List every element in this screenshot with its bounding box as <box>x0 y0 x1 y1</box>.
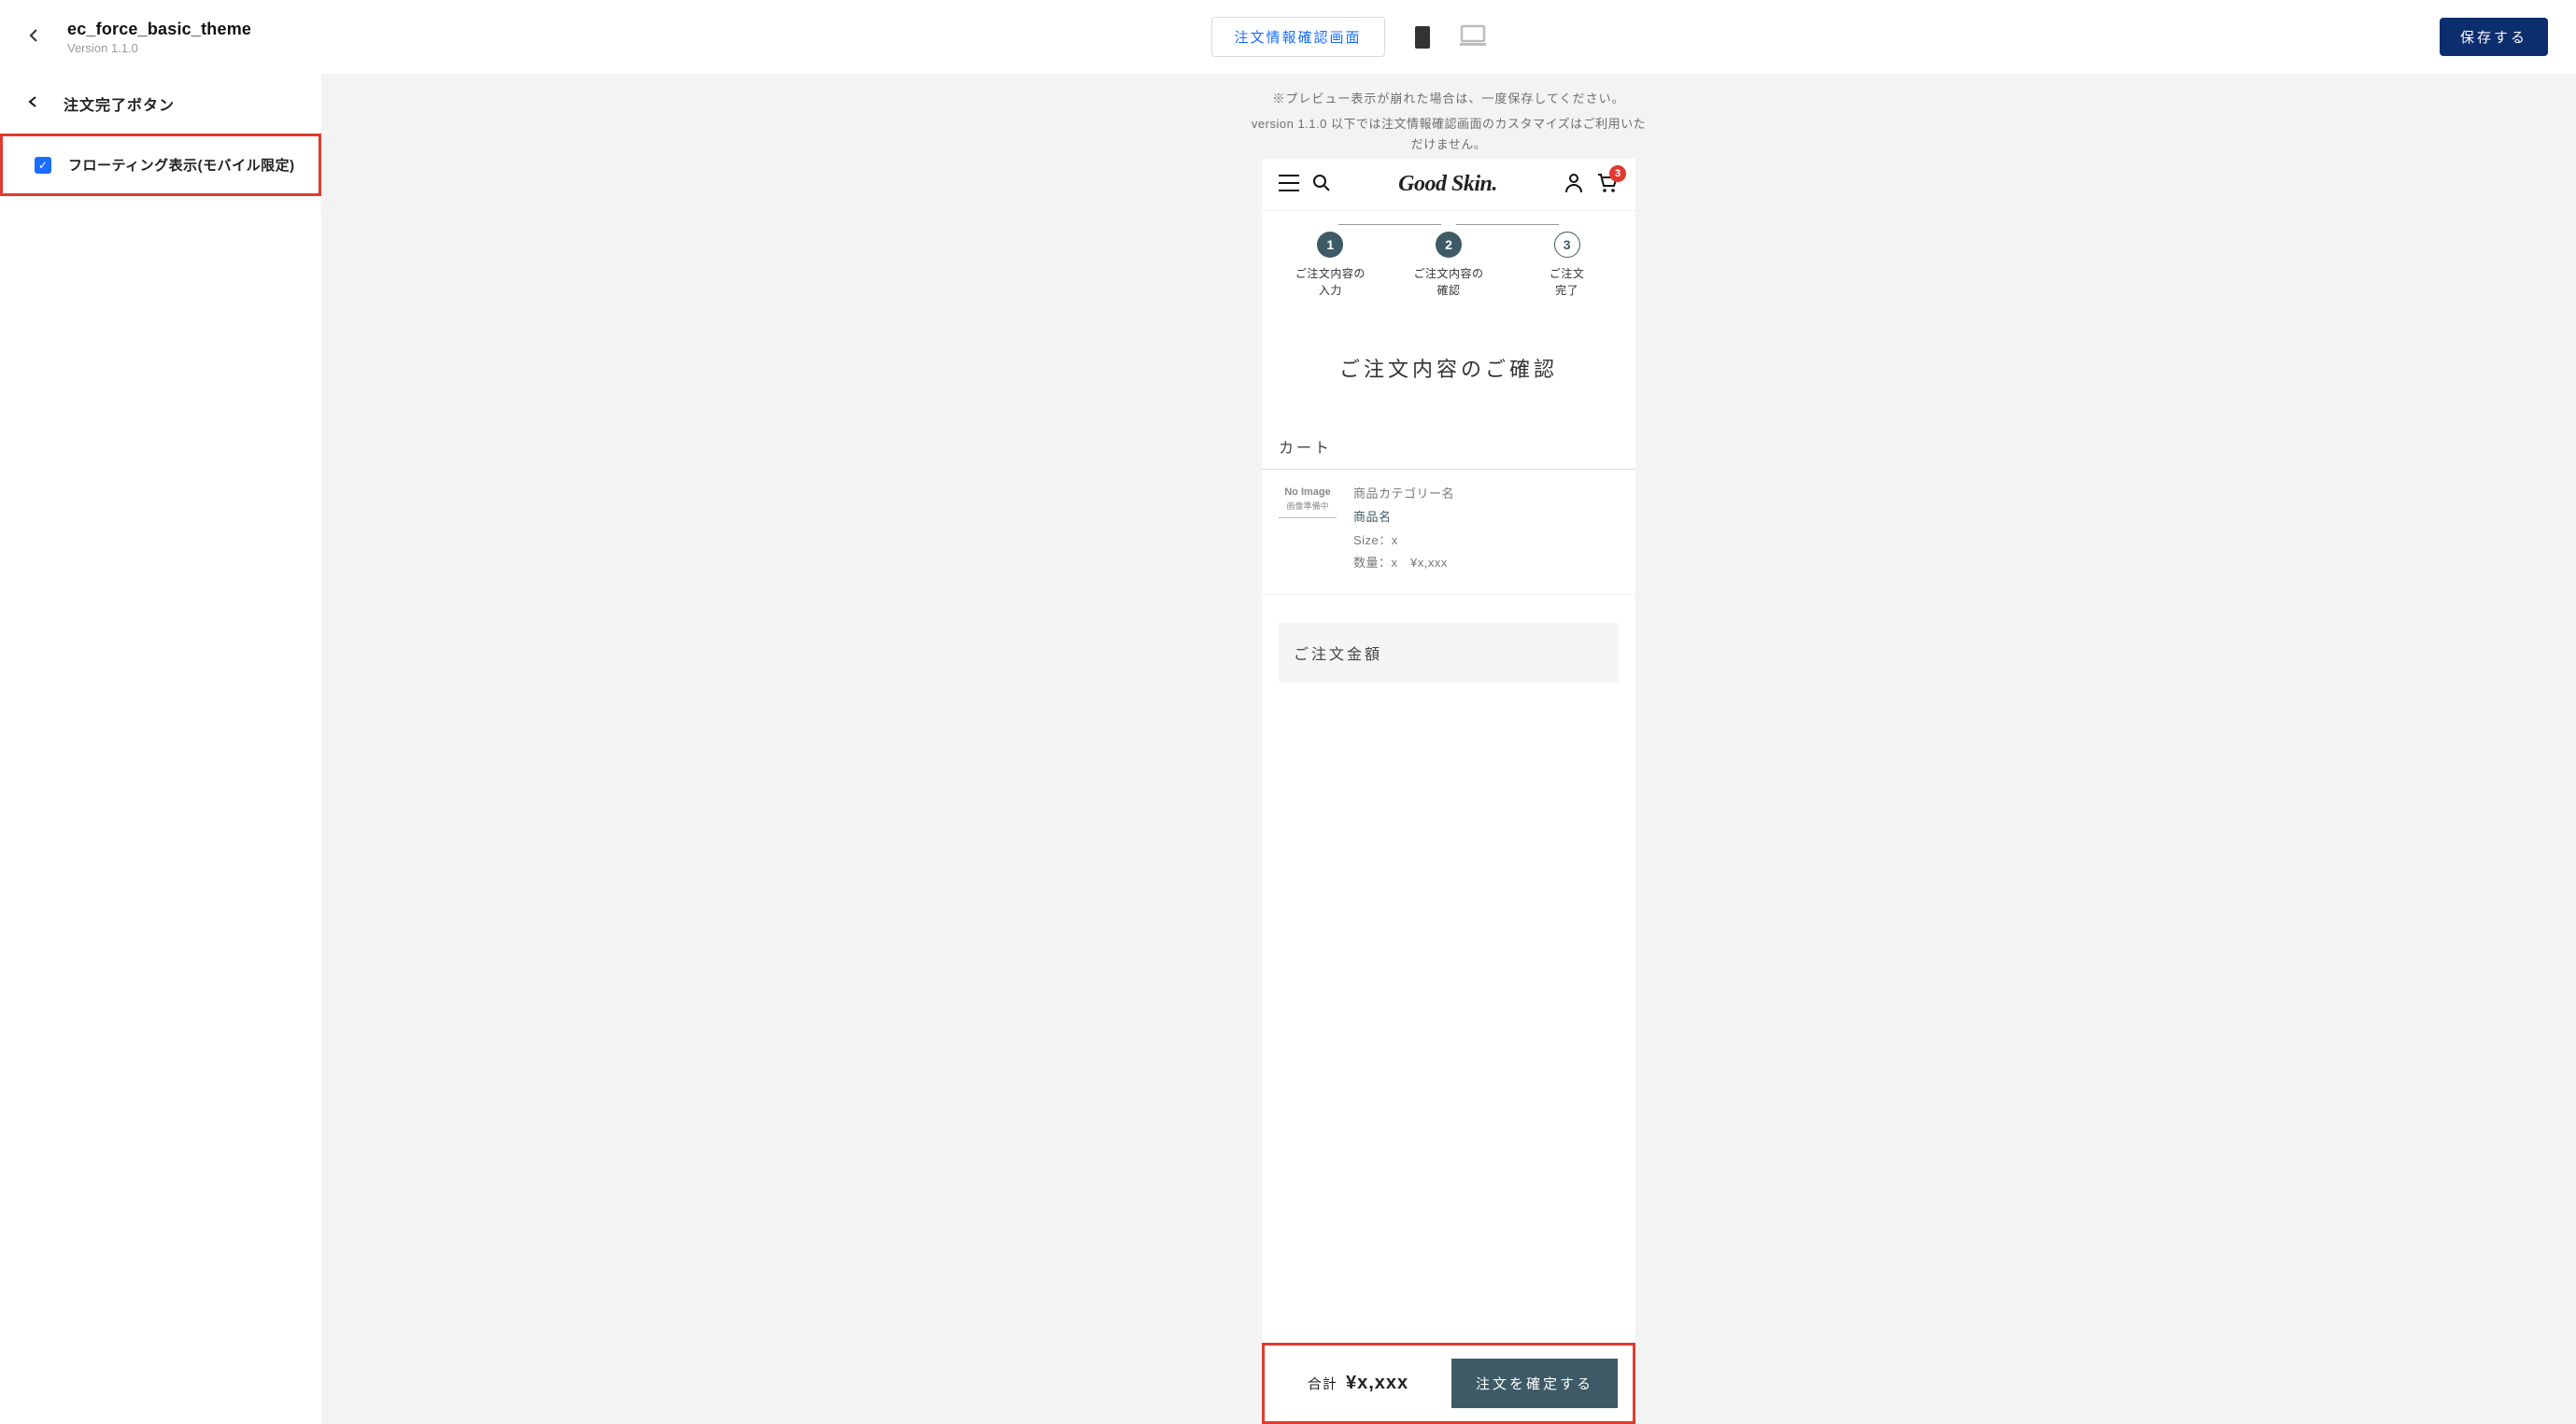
shop-header: Good Skin. 3 <box>1262 159 1635 211</box>
device-toggle <box>1413 24 1480 50</box>
hamburger-icon[interactable] <box>1279 175 1299 194</box>
cart-button[interactable]: 3 <box>1596 173 1619 196</box>
hint2-line1: version 1.1.0 以下では注文情報確認画面のカスタマイズはご利用いた <box>1252 117 1646 131</box>
cart-badge: 3 <box>1609 165 1626 182</box>
floating-checkout-bar: 合計 ¥x,xxx 注文を確定する <box>1265 1346 1633 1421</box>
title-block: ec_force_basic_theme Version 1.1.0 <box>67 20 251 55</box>
theme-name: ec_force_basic_theme <box>67 20 251 39</box>
item-category: 商品カテゴリー名 <box>1353 483 1619 506</box>
no-image-placeholder: No Image 画像準備中 <box>1279 483 1337 575</box>
step-label: ご注文内容の 入力 <box>1283 265 1377 299</box>
checkbox-checked-icon[interactable]: ✓ <box>35 157 51 174</box>
item-size: Size：x <box>1353 529 1619 553</box>
back-button[interactable] <box>19 21 49 52</box>
sidebar-section-header[interactable]: 注文完了ボタン <box>0 74 321 134</box>
page-title: ご注文内容のご確認 <box>1262 353 1635 383</box>
confirm-order-button[interactable]: 注文を確定する <box>1451 1359 1618 1408</box>
order-confirm-screen-button[interactable]: 注文情報確認画面 <box>1211 17 1385 57</box>
step-label: ご注文 完了 <box>1521 265 1614 299</box>
total-value: ¥x,xxx <box>1346 1373 1408 1393</box>
chevron-left-icon <box>28 29 39 42</box>
mobile-preview-frame: Good Skin. 3 1 ご注文内容の 入力 <box>1262 159 1635 1424</box>
highlighted-floating-bar: 合計 ¥x,xxx 注文を確定する <box>1262 1343 1635 1424</box>
step-number: 3 <box>1554 232 1580 258</box>
total-prefix: 合計 <box>1308 1376 1338 1392</box>
cart-item: No Image 画像準備中 商品カテゴリー名 商品名 Size：x 数量：x … <box>1262 470 1635 595</box>
no-image-text: No Image <box>1279 483 1337 498</box>
step-connector <box>1456 224 1559 225</box>
preview-hint-1: ※プレビュー表示が崩れた場合は、一度保存してください。 <box>1272 89 1624 106</box>
save-button[interactable]: 保存する <box>2440 18 2548 56</box>
step-3: 3 ご注文 完了 <box>1521 232 1614 299</box>
step-number: 2 <box>1436 232 1462 258</box>
topbar-center: 注文情報確認画面 <box>270 17 2421 57</box>
theme-version: Version 1.1.0 <box>67 41 251 55</box>
checkout-steps: 1 ご注文内容の 入力 2 ご注文内容の 確認 3 ご注文 <box>1262 211 1635 308</box>
item-qty-price: 数量：x ¥x,xxx <box>1353 552 1619 575</box>
step-label: ご注文内容の 確認 <box>1402 265 1495 299</box>
item-name[interactable]: 商品名 <box>1353 506 1619 529</box>
main: 注文完了ボタン ✓ フローティング表示(モバイル限定) ※プレビュー表示が崩れた… <box>0 74 2576 1424</box>
shop-logo[interactable]: Good Skin. <box>1344 172 1551 197</box>
step-number: 1 <box>1317 232 1343 258</box>
cart-item-meta: 商品カテゴリー名 商品名 Size：x 数量：x ¥x,xxx <box>1353 483 1619 575</box>
step-1: 1 ご注文内容の 入力 <box>1283 232 1377 299</box>
step-connector <box>1338 224 1441 225</box>
sidebar: 注文完了ボタン ✓ フローティング表示(モバイル限定) <box>0 74 321 1424</box>
hint2-line2: だけません。 <box>1411 137 1487 151</box>
mobile-device-icon[interactable] <box>1413 24 1434 50</box>
total-text: 合計 ¥x,xxx <box>1280 1373 1437 1394</box>
user-icon[interactable] <box>1564 173 1583 196</box>
highlighted-option-row: ✓ フローティング表示(モバイル限定) <box>0 134 321 196</box>
floating-display-option[interactable]: ✓ フローティング表示(モバイル限定) <box>35 155 296 175</box>
option-label: フローティング表示(モバイル限定) <box>68 155 295 175</box>
desktop-device-icon[interactable] <box>1460 24 1480 50</box>
cart-section-label: カート <box>1262 435 1635 470</box>
sidebar-section-title: 注文完了ボタン <box>64 92 175 115</box>
order-amount-section: ご注文金額 <box>1279 623 1619 683</box>
chevron-left-icon <box>28 95 37 112</box>
search-icon[interactable] <box>1312 174 1331 195</box>
top-bar: ec_force_basic_theme Version 1.1.0 注文情報確… <box>0 0 2576 74</box>
step-2: 2 ご注文内容の 確認 <box>1402 232 1495 299</box>
preview-canvas: ※プレビュー表示が崩れた場合は、一度保存してください。 version 1.1.… <box>321 74 2576 1424</box>
no-image-subtext: 画像準備中 <box>1279 500 1337 518</box>
preview-hint-2: version 1.1.0 以下では注文情報確認画面のカスタマイズはご利用いた … <box>1252 114 1646 155</box>
